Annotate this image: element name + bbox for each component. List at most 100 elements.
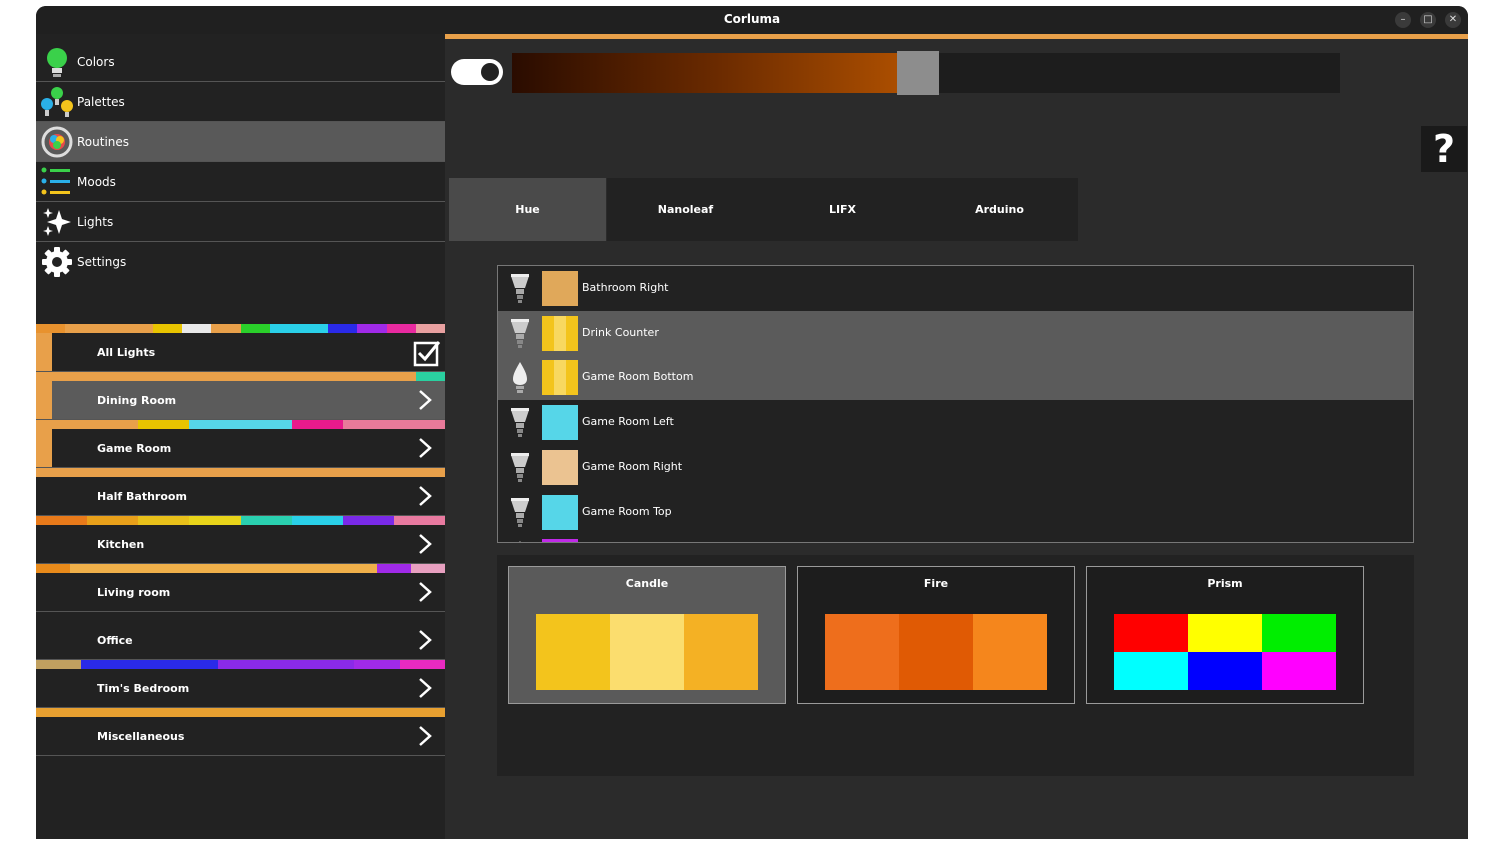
maximize-button[interactable]: □ bbox=[1420, 12, 1436, 28]
bulb-icon bbox=[47, 48, 67, 77]
room-side-color bbox=[36, 333, 52, 371]
palette-card-prism[interactable]: Prism bbox=[1086, 566, 1364, 704]
room-group-dining-room[interactable]: Dining Room bbox=[36, 372, 446, 420]
candle-bulb-icon bbox=[513, 362, 527, 394]
main-panel: ? Hue Nanoleaf LIFX Arduino Bathroom Rig… bbox=[445, 34, 1468, 839]
room-row[interactable]: Tim's Bedroom bbox=[36, 669, 445, 708]
room-color-strip bbox=[36, 420, 445, 429]
palette-color bbox=[610, 614, 684, 690]
checkbox-checked-icon[interactable] bbox=[413, 339, 441, 367]
chevron-right-icon[interactable] bbox=[415, 725, 435, 747]
room-group-office[interactable]: Office bbox=[36, 612, 445, 660]
light-row[interactable]: Drink Counter bbox=[498, 310, 1413, 356]
room-label: Dining Room bbox=[97, 394, 177, 407]
nav-item-routines[interactable]: Routines bbox=[36, 122, 445, 162]
light-list[interactable]: Bathroom Right Drink Counter Game Room Bot… bbox=[497, 265, 1414, 543]
chevron-right-icon[interactable] bbox=[415, 437, 435, 459]
room-row[interactable]: Office bbox=[36, 621, 445, 660]
title-bar[interactable]: Corluma – □ ✕ bbox=[36, 6, 1468, 34]
tab-arduino[interactable]: Arduino bbox=[921, 178, 1078, 241]
nav-item-settings[interactable]: Settings bbox=[36, 242, 445, 282]
nav-item-colors[interactable]: Colors bbox=[36, 42, 445, 82]
room-label: Living room bbox=[97, 586, 171, 599]
close-button[interactable]: ✕ bbox=[1445, 12, 1461, 28]
light-color-swatch bbox=[542, 271, 578, 306]
room-label: Kitchen bbox=[97, 538, 145, 551]
light-name: Game Room Bottom bbox=[582, 370, 694, 384]
spot-bulb-icon bbox=[511, 318, 529, 348]
chevron-right-icon[interactable] bbox=[415, 533, 435, 555]
chevron-right-icon[interactable] bbox=[415, 389, 435, 411]
routines-icon bbox=[41, 126, 73, 158]
brightness-slider[interactable] bbox=[512, 51, 1340, 95]
nav-item-moods[interactable]: Moods bbox=[36, 162, 445, 202]
tab-nanoleaf[interactable]: Nanoleaf bbox=[607, 178, 764, 241]
nav-label-routines: Routines bbox=[77, 135, 130, 149]
room-side-color bbox=[36, 621, 52, 659]
tab-lifx[interactable]: LIFX bbox=[764, 178, 921, 241]
palette-color bbox=[1114, 652, 1188, 690]
room-color-strip bbox=[36, 372, 446, 381]
chevron-right-icon[interactable] bbox=[415, 629, 435, 651]
room-group-game-room[interactable]: Game Room bbox=[36, 420, 445, 468]
room-group-living-room[interactable]: Living room bbox=[36, 564, 445, 612]
room-row[interactable]: Living room bbox=[36, 573, 445, 612]
light-color-swatch bbox=[542, 539, 578, 542]
moods-icon bbox=[41, 167, 70, 195]
room-group-half-bathroom[interactable]: Half Bathroom bbox=[36, 468, 445, 516]
light-name: Game Room Left bbox=[582, 415, 674, 429]
palette-card-candle[interactable]: Candle bbox=[508, 566, 786, 704]
light-color-swatch bbox=[542, 494, 578, 530]
palette-color bbox=[825, 614, 899, 690]
light-row[interactable]: Game Room Top bbox=[498, 490, 1413, 535]
nav-item-palettes[interactable]: Palettes bbox=[36, 82, 445, 122]
room-color-strip bbox=[36, 516, 445, 525]
chevron-right-icon[interactable] bbox=[415, 677, 435, 699]
nav-item-lights[interactable]: Lights bbox=[36, 202, 445, 242]
room-side-color bbox=[36, 717, 52, 755]
window-title: Corluma bbox=[723, 12, 781, 26]
light-row[interactable]: Game Room Right bbox=[498, 445, 1413, 490]
room-color-strip bbox=[36, 612, 445, 621]
light-name: Bathroom Right bbox=[582, 281, 669, 294]
room-row[interactable]: Half Bathroom bbox=[36, 477, 445, 516]
room-label: Office bbox=[97, 634, 133, 647]
accent-bar bbox=[445, 34, 1468, 39]
spot-bulb-icon bbox=[511, 497, 529, 527]
room-group-tim-s-bedroom[interactable]: Tim's Bedroom bbox=[36, 660, 445, 708]
nav-label-lights: Lights bbox=[77, 215, 114, 229]
room-color-strip bbox=[36, 708, 445, 717]
room-row[interactable]: All Lights bbox=[36, 333, 445, 372]
light-color-swatch bbox=[542, 315, 578, 351]
palette-color bbox=[536, 614, 610, 690]
spot-bulb-icon bbox=[511, 274, 529, 303]
chevron-right-icon[interactable] bbox=[415, 485, 435, 507]
room-color-strip bbox=[36, 468, 445, 477]
room-label: Half Bathroom bbox=[97, 490, 187, 503]
power-toggle[interactable] bbox=[451, 59, 503, 85]
palette-card-fire[interactable]: Fire bbox=[797, 566, 1075, 704]
light-color-swatch bbox=[542, 449, 578, 485]
light-row[interactable]: Game Room Left bbox=[498, 400, 1413, 445]
spot-bulb-icon bbox=[511, 408, 529, 438]
room-group-miscellaneous[interactable]: Miscellaneous bbox=[36, 708, 445, 756]
minimize-button[interactable]: – bbox=[1395, 12, 1411, 28]
brightness-handle[interactable] bbox=[897, 51, 940, 95]
room-row[interactable]: Miscellaneous bbox=[36, 717, 445, 756]
help-button[interactable]: ? bbox=[1421, 126, 1467, 172]
light-row[interactable] bbox=[498, 534, 1413, 542]
nav-label-colors: Colors bbox=[77, 55, 115, 69]
room-group-kitchen[interactable]: Kitchen bbox=[36, 516, 445, 564]
room-row[interactable]: Game Room bbox=[36, 429, 445, 468]
room-color-strip bbox=[36, 564, 445, 573]
room-row[interactable]: Kitchen bbox=[36, 525, 445, 564]
palette-color bbox=[1262, 652, 1336, 690]
tab-hue[interactable]: Hue bbox=[449, 178, 606, 241]
chevron-right-icon[interactable] bbox=[415, 581, 435, 603]
room-group-all-lights[interactable]: All Lights bbox=[36, 324, 446, 372]
light-row[interactable]: Bathroom Right bbox=[498, 266, 1413, 311]
sidebar: Colors Palettes Routines Moods Lights Se… bbox=[36, 34, 446, 839]
palette-color bbox=[1188, 614, 1262, 652]
room-row[interactable]: Dining Room bbox=[36, 381, 445, 420]
light-row[interactable]: Game Room Bottom bbox=[498, 355, 1413, 401]
